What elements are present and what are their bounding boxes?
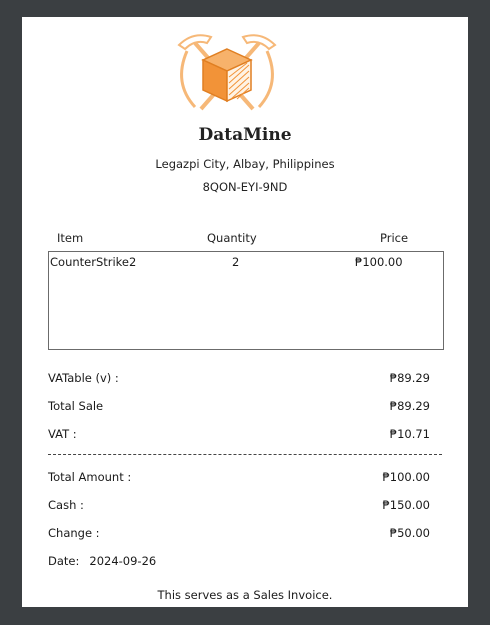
total-amount-value: ₱100.00 <box>382 470 430 484</box>
vat-value: ₱10.71 <box>389 427 430 441</box>
dashed-divider <box>48 454 442 455</box>
date-line: Date: 2024-09-26 <box>48 554 156 568</box>
date-label: Date: <box>48 554 80 568</box>
receipt-paper: DataMine Legazpi City, Albay, Philippine… <box>22 17 468 607</box>
change-label: Change : <box>48 526 100 540</box>
pickaxe-cube-logo-icon <box>177 34 277 111</box>
total-amount-label: Total Amount : <box>48 470 132 484</box>
vat-label: VAT : <box>48 427 77 441</box>
vatable-value: ₱89.29 <box>389 371 430 385</box>
cash-value: ₱150.00 <box>382 498 430 512</box>
column-header-item: Item <box>57 231 84 245</box>
list-item[interactable]: CounterStrike2 2 ₱100.00 <box>49 252 443 270</box>
total-sale-value: ₱89.29 <box>389 399 430 413</box>
item-quantity: 2 <box>232 255 240 269</box>
item-name: CounterStrike2 <box>50 255 137 269</box>
vatable-label: VATable (v) : <box>48 371 119 385</box>
item-price: ₱100.00 <box>355 255 403 269</box>
invoice-footer: This serves as a Sales Invoice. <box>157 588 333 602</box>
store-address: Legazpi City, Albay, Philippines <box>155 157 335 171</box>
column-header-price: Price <box>380 231 409 245</box>
total-sale-label: Total Sale <box>48 399 104 413</box>
store-name: DataMine <box>198 125 292 145</box>
cash-label: Cash : <box>48 498 84 512</box>
items-list[interactable]: CounterStrike2 2 ₱100.00 <box>48 251 444 350</box>
column-header-quantity: Quantity <box>207 231 257 245</box>
receipt-code: 8QON-EYI-9ND <box>202 180 288 194</box>
date-value: 2024-09-26 <box>89 554 157 568</box>
change-value: ₱50.00 <box>389 526 430 540</box>
